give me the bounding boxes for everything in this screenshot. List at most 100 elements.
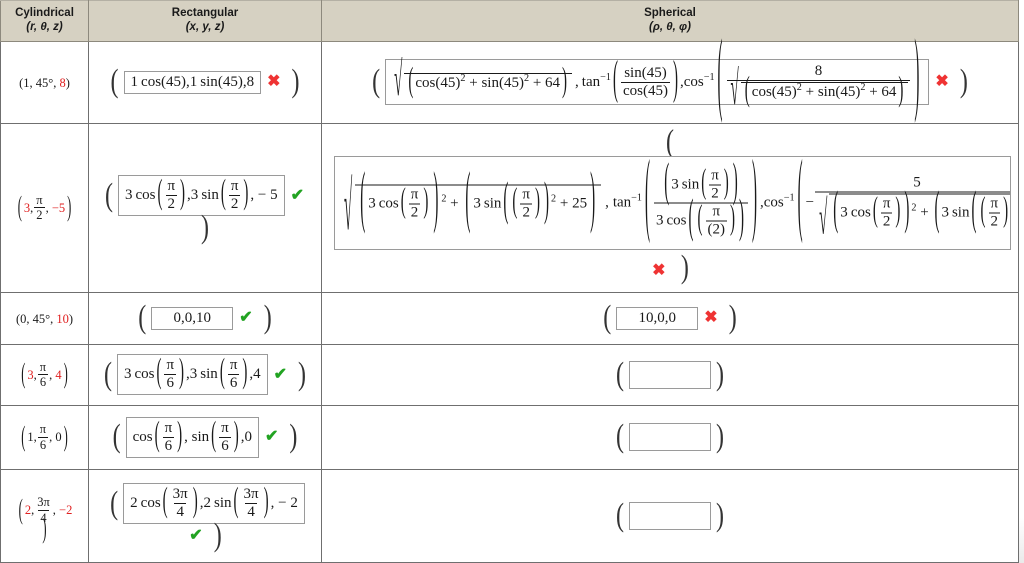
paren-open: (: [110, 64, 119, 100]
paren-open: (: [219, 354, 225, 392]
denominator: 2: [709, 184, 721, 202]
fraction-phi: 8 √ (cos(45) 2 + sin(45) 2 + 64): [726, 64, 911, 114]
paren-open: (: [360, 164, 366, 238]
denominator: 6: [227, 374, 240, 392]
paren-open: (: [697, 200, 703, 238]
denominator: 6: [164, 374, 176, 392]
numerator: π: [166, 357, 175, 374]
paren-open: (: [666, 124, 674, 160]
radical-sign: √: [817, 194, 829, 243]
radical-glyph: √: [394, 56, 403, 108]
exponent: 2: [796, 82, 802, 94]
spherical-input-row2[interactable]: √ (3 cos(π 2)) 2 + (3 sin((π 2)) 2 + 25) , t…: [334, 155, 1011, 250]
table-row: (1, π 6 , 0) ( cos( π6) , sin (π 6) ,…: [0, 404, 1019, 470]
fraction-arg: π6: [164, 358, 176, 391]
table-row: (0, 45°, 10) ( 0,0,10 ✔ ) (10,0,0 ✖): [0, 291, 1019, 345]
coef: 3: [124, 187, 133, 204]
rectangular-input-row3[interactable]: 0,0,10: [151, 306, 234, 330]
fraction-arg: 3π 4: [171, 487, 190, 520]
paren-open: (: [17, 190, 22, 223]
paren-open: (: [138, 300, 147, 336]
comma: ,: [250, 187, 255, 204]
plus: +: [805, 84, 815, 101]
radical-sign: √: [341, 177, 355, 244]
header-spherical-vars: (ρ, θ, φ): [649, 21, 691, 34]
paren-open: (: [21, 419, 26, 452]
paren-open: (: [664, 156, 670, 209]
spherical-expression-row1: √ (cos(45) 2 + sin(45) 2 + 64) , tan −1( si…: [392, 33, 922, 123]
fraction-arg: π2: [228, 179, 241, 212]
rectangular-input-row1[interactable]: 1 cos(45), 1 sin(45), 8: [123, 70, 262, 94]
paren-open: (: [112, 419, 121, 455]
answer-group-sph-row5: ( ): [611, 421, 729, 453]
spherical-input-row5[interactable]: [629, 423, 711, 452]
paren-close: ): [730, 200, 735, 238]
cell-rectangular-row6: ( 2 cos( 3π 4 ), 2 sin( 3π 4 ), − 2 ✔): [88, 468, 322, 563]
spherical-input-row4[interactable]: [629, 360, 711, 389]
paren-open: (: [934, 185, 940, 237]
numerator: 3π: [243, 486, 259, 503]
paren-close: ): [895, 193, 901, 230]
table-row: (1, 45°, 8) ( 1 cos(45), 1 sin(45), 8 ✖ ): [0, 33, 1019, 124]
spherical-input-row6[interactable]: [629, 501, 711, 530]
header-rectangular: Rectangular (x, y, z): [88, 0, 322, 42]
paren-close: ): [562, 63, 568, 101]
theta-fraction: π 6: [37, 422, 49, 451]
sin-fn: sin: [201, 187, 219, 204]
comma: ,: [31, 502, 35, 517]
exponent: 2: [551, 193, 557, 205]
coef: 3: [671, 176, 679, 193]
inverse-exponent: −1: [600, 71, 611, 83]
paren-close: ): [732, 156, 738, 209]
exponent: 2: [860, 82, 866, 94]
paren-open: (: [616, 498, 624, 534]
answer-group-rect-row2: ( 3 cos( π2 ), 3 sin( π2 ), − 5 ✔): [91, 175, 319, 244]
cos-fn: cos: [141, 73, 162, 90]
cell-rectangular-row2: ( 3 cos( π2 ), 3 sin( π2 ), − 5 ✔): [88, 122, 322, 293]
numerator: π: [36, 192, 43, 207]
fraction-arg: 3π 4: [242, 487, 261, 520]
header-cylindrical: Cylindrical (r, θ, z): [0, 0, 89, 42]
paren-close: ): [433, 164, 439, 238]
paren-open: (: [872, 193, 878, 230]
paren-close: ): [661, 64, 667, 81]
z-value: −5: [51, 200, 66, 215]
coef: 3: [941, 204, 949, 221]
paren-open: (: [512, 184, 518, 221]
rectangular-input-row4[interactable]: 3 cos( π6 ), 3 sin( π6 ), 4: [116, 354, 268, 396]
sin-fn: sin: [191, 428, 210, 445]
sin-fn: sin: [481, 75, 499, 92]
comma: ,: [33, 430, 37, 444]
spherical-expression-row2: √ (3 cos(π 2)) 2 + (3 sin((π 2)) 2 + 25) , t…: [341, 157, 1010, 244]
comma: ,: [33, 367, 37, 382]
paren-open: (: [971, 185, 977, 237]
angle: 45: [840, 84, 856, 101]
fraction-phi: 5 √ (3 cos(π2))2 + (3 sin((π2),: [815, 175, 1010, 244]
numerator: 3π: [37, 495, 50, 510]
fraction-theta: (3 sin(π 2)) 3 cos((π (2))): [653, 159, 748, 242]
coef: 3: [190, 187, 199, 204]
spherical-input-row1[interactable]: √ (cos(45) 2 + sin(45) 2 + 64) , tan −1( si…: [385, 33, 930, 123]
numerator: π: [711, 167, 719, 184]
spherical-input-row3[interactable]: 10,0,0: [616, 306, 699, 330]
paren-close: ): [242, 354, 248, 392]
table-row: (3, π 6 , 4) ( 3 cos( π6) , 3 sin (π 6…: [0, 343, 1019, 406]
paren-close: ): [423, 184, 429, 221]
minus: −: [805, 194, 815, 211]
paren-close: ): [959, 64, 968, 100]
numerator: π: [712, 203, 721, 220]
rectangular-input-row5[interactable]: cos( π6 ), sin( π6 ), 0: [125, 416, 259, 458]
exponent: 2: [911, 202, 917, 214]
comma: ,: [49, 367, 53, 382]
coef: 1: [130, 73, 139, 90]
z-value: 4: [55, 367, 62, 382]
paren-close: ): [716, 357, 724, 393]
coef: 1: [189, 73, 198, 90]
numerator: π: [39, 422, 47, 437]
radical-glyph: √: [344, 173, 353, 248]
answer-group-rect-row1: ( 1 cos(45), 1 sin(45), 8 ✖ ): [106, 66, 305, 98]
coef: 3: [189, 366, 198, 383]
cos-fn: cos: [132, 428, 153, 445]
comma: ,: [270, 495, 275, 512]
cell-spherical-row3: ( 10,0,0 ✖ ): [321, 291, 1019, 345]
